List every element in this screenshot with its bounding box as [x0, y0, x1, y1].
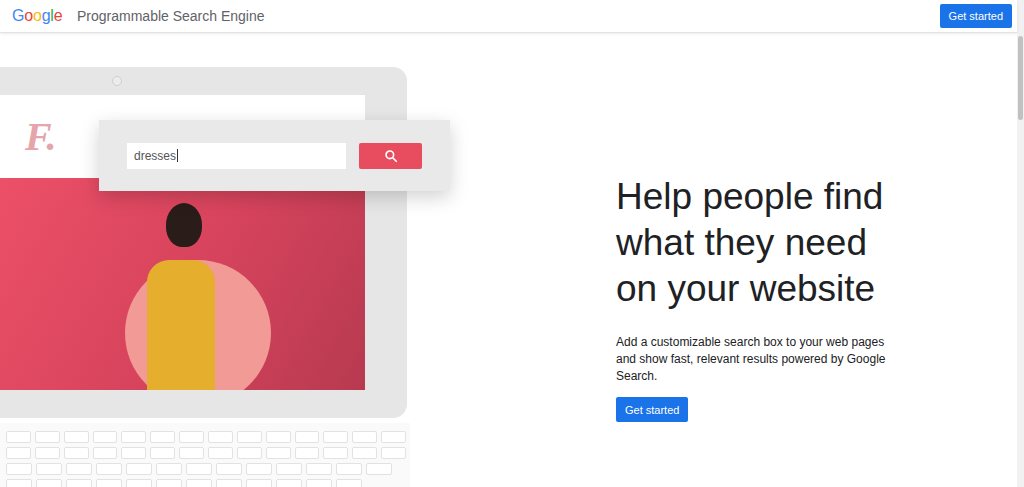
- camera-icon: [112, 76, 122, 86]
- key: [6, 431, 31, 443]
- key: [121, 431, 146, 443]
- scrollbar-thumb[interactable]: [1018, 36, 1023, 120]
- brand-logo: F.: [25, 113, 57, 160]
- key: [352, 431, 377, 443]
- key: [295, 431, 320, 443]
- person-dress: [147, 260, 215, 390]
- key: [156, 479, 182, 487]
- key: [246, 479, 272, 487]
- caret: [177, 149, 178, 162]
- key: [96, 463, 122, 475]
- key: [66, 479, 92, 487]
- key: [276, 463, 302, 475]
- key: [381, 431, 406, 443]
- key: [35, 447, 60, 459]
- product-title[interactable]: Programmable Search Engine: [77, 8, 265, 24]
- illustration: F. dresses: [0, 33, 616, 487]
- key: [336, 463, 362, 475]
- logo-letter: G: [12, 7, 24, 24]
- key: [295, 447, 320, 459]
- scrollbar[interactable]: [1017, 0, 1024, 487]
- key: [381, 447, 406, 459]
- key: [150, 431, 175, 443]
- google-logo[interactable]: Google: [12, 7, 77, 25]
- key: [323, 431, 348, 443]
- header: GoogleProgrammable Search EngineGet star…: [0, 0, 1017, 33]
- page: GoogleProgrammable Search EngineGet star…: [0, 0, 1024, 487]
- logo-letter: o: [33, 7, 42, 24]
- keyboard: [0, 423, 410, 487]
- key: [36, 463, 62, 475]
- get-started-button[interactable]: Get started: [616, 397, 688, 422]
- key: [323, 447, 348, 459]
- key-row: [6, 447, 406, 459]
- key: [186, 479, 212, 487]
- hero-description: Add a customizable search box to your we…: [616, 334, 888, 385]
- key-row: [6, 431, 406, 443]
- logo-letter: o: [24, 7, 33, 24]
- hero-copy: Help people find what they need on your …: [616, 33, 916, 487]
- key: [35, 431, 60, 443]
- key: [306, 479, 332, 487]
- key: [6, 447, 31, 459]
- key: [336, 479, 362, 487]
- key: [237, 447, 262, 459]
- person-head: [166, 203, 202, 247]
- search-button[interactable]: [359, 143, 422, 169]
- key: [208, 447, 233, 459]
- key: [36, 479, 62, 487]
- key: [126, 479, 152, 487]
- key: [96, 479, 122, 487]
- get-started-button[interactable]: Get started: [940, 4, 1012, 28]
- key: [186, 463, 212, 475]
- key: [266, 447, 291, 459]
- key: [276, 479, 302, 487]
- logo-letter: l: [50, 7, 53, 24]
- key: [366, 463, 392, 475]
- key-row: [6, 479, 406, 487]
- content: GoogleProgrammable Search EngineGet star…: [0, 0, 1017, 487]
- key: [93, 431, 118, 443]
- key: [352, 447, 377, 459]
- photo: [0, 178, 365, 390]
- key: [121, 447, 146, 459]
- key: [150, 447, 175, 459]
- key: [246, 463, 272, 475]
- key: [179, 447, 204, 459]
- key: [179, 431, 204, 443]
- logo-letter: e: [54, 7, 63, 24]
- hero: F. dresses Help people find what they need…: [0, 33, 1017, 487]
- key: [237, 431, 262, 443]
- logo-letter: g: [42, 7, 51, 24]
- search-text: dresses: [134, 149, 176, 163]
- search-card: dresses: [99, 120, 450, 191]
- key: [6, 463, 32, 475]
- key-row: [6, 463, 406, 475]
- key: [6, 479, 32, 487]
- key: [216, 463, 242, 475]
- hero-heading: Help people find what they need on your …: [616, 174, 916, 312]
- key: [66, 463, 92, 475]
- key: [126, 463, 152, 475]
- key: [64, 431, 89, 443]
- key: [266, 431, 291, 443]
- key: [93, 447, 118, 459]
- key: [306, 463, 332, 475]
- key: [156, 463, 182, 475]
- key: [64, 447, 89, 459]
- key: [216, 479, 242, 487]
- key: [208, 431, 233, 443]
- search-input[interactable]: dresses: [127, 143, 346, 169]
- search-icon: [384, 149, 398, 163]
